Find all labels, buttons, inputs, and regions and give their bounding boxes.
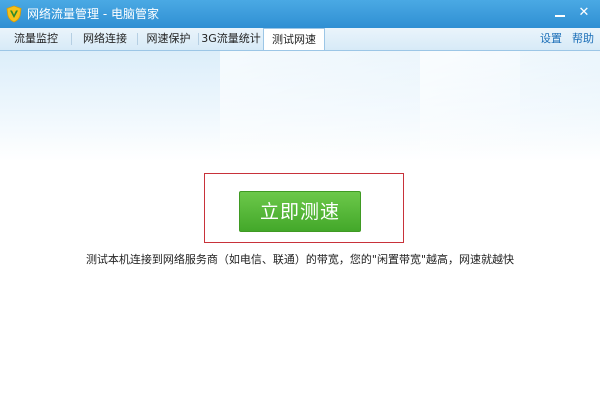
header-gradient (0, 51, 600, 161)
speed-test-panel: 立即测速 测试本机连接到网络服务商（如电信、联通）的带宽，您的"闲置带宽"越高，… (0, 51, 600, 403)
tab-speed-protection[interactable]: 网速保护 (138, 28, 199, 50)
minimize-button[interactable] (551, 5, 569, 21)
tab-label: 流量监控 (14, 32, 58, 45)
settings-link[interactable]: 设置 (540, 28, 562, 50)
app-window: 网络流量管理 - 电脑管家 ✕ 流量监控 网络连接 网速保护 3G流量统计 测试… (0, 0, 600, 403)
tab-traffic-monitor[interactable]: 流量监控 (0, 28, 72, 50)
tab-label: 测试网速 (272, 33, 316, 46)
minimize-icon (555, 15, 565, 17)
window-title: 网络流量管理 - 电脑管家 (27, 7, 159, 21)
title-bar: 网络流量管理 - 电脑管家 ✕ (0, 0, 600, 28)
help-link[interactable]: 帮助 (572, 28, 594, 50)
close-button[interactable]: ✕ (575, 5, 593, 21)
tab-speed-test[interactable]: 测试网速 (263, 28, 325, 50)
tab-3g-statistics[interactable]: 3G流量统计 (199, 28, 263, 50)
tab-label: 网速保护 (146, 32, 191, 45)
speed-test-description: 测试本机连接到网络服务商（如电信、联通）的带宽，您的"闲置带宽"越高，网速就越快 (85, 253, 515, 266)
tab-label: 网络连接 (83, 32, 127, 45)
shield-v-icon (5, 5, 23, 23)
tab-network-connections[interactable]: 网络连接 (72, 28, 138, 50)
start-speed-test-button[interactable]: 立即测速 (239, 191, 361, 232)
tab-label: 3G流量统计 (201, 32, 261, 45)
tab-bar: 流量监控 网络连接 网速保护 3G流量统计 测试网速 设置 帮助 (0, 28, 600, 51)
light-streak (420, 51, 600, 161)
close-icon: ✕ (578, 5, 590, 20)
